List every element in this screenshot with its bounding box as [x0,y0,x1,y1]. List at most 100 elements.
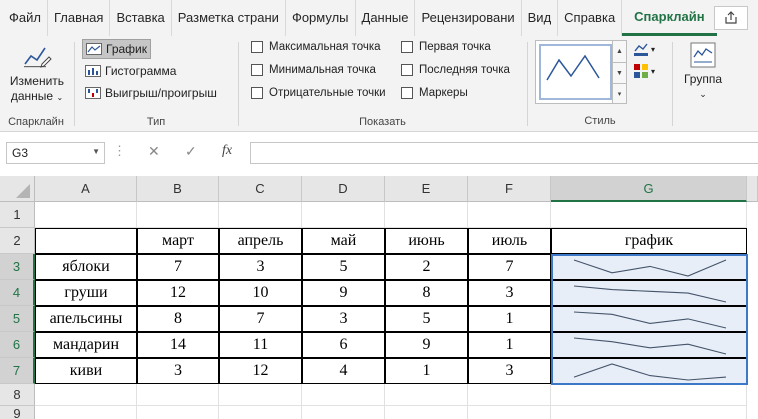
column-title-cell[interactable]: март [137,228,219,254]
cell[interactable] [137,202,219,228]
name-box[interactable]: G3 ▼ [6,142,105,164]
column-header-a[interactable]: A [35,176,137,202]
cell[interactable] [137,384,219,406]
cell[interactable] [219,202,302,228]
tab-view[interactable]: Вид [522,0,559,36]
column-title-cell[interactable]: июнь [385,228,468,254]
value-cell[interactable]: 9 [302,280,385,306]
fruit-name-cell[interactable]: груши [35,280,137,306]
sparkline-cell[interactable] [551,358,747,384]
group-button[interactable]: Группа ⌄ [678,42,728,102]
value-cell[interactable]: 3 [468,358,551,384]
value-cell[interactable]: 4 [302,358,385,384]
sparkline-color-button[interactable]: ▾ [633,40,663,58]
column-header-c[interactable]: C [219,176,302,202]
tab-sparkline[interactable]: Спарклайн [622,0,717,36]
value-cell[interactable]: 5 [385,306,468,332]
cell[interactable] [551,406,747,419]
value-cell[interactable]: 3 [219,254,302,280]
row-header-4[interactable]: 4 [0,280,35,306]
row-header-2[interactable]: 2 [0,228,35,254]
value-cell[interactable]: 2 [385,254,468,280]
cell[interactable] [35,384,137,406]
cell[interactable] [385,384,468,406]
tab-data[interactable]: Данные [356,0,416,36]
cell[interactable] [551,202,747,228]
sparkline-cell[interactable] [551,306,747,332]
value-cell[interactable]: 3 [302,306,385,332]
formula-input[interactable] [250,142,758,164]
value-cell[interactable]: 1 [468,306,551,332]
row-header-1[interactable]: 1 [0,202,35,228]
fruit-name-cell[interactable]: киви [35,358,137,384]
first-point-checkbox[interactable]: Первая точка [401,41,491,53]
cell[interactable] [302,202,385,228]
select-all-corner[interactable] [0,176,35,202]
cell[interactable] [468,384,551,406]
cell[interactable] [35,406,137,419]
tab-help[interactable]: Справка [558,0,623,36]
row-header-7[interactable]: 7 [0,358,35,384]
value-cell[interactable]: 7 [468,254,551,280]
tab-formulas[interactable]: Формулы [286,0,356,36]
row-header-8[interactable]: 8 [0,384,35,406]
edit-data-button[interactable]: Изменить данные ⌄ [4,42,70,105]
row-header-6[interactable]: 6 [0,332,35,358]
tab-page-layout[interactable]: Разметка страни [172,0,286,36]
fruit-name-cell[interactable]: яблоки [35,254,137,280]
chevron-down-icon[interactable]: ▼ [92,147,100,156]
column-header-f[interactable]: F [468,176,551,202]
value-cell[interactable]: 6 [302,332,385,358]
row-header-9[interactable]: 9 [0,406,35,419]
value-cell[interactable]: 1 [468,332,551,358]
value-cell[interactable]: 3 [137,358,219,384]
value-cell[interactable]: 3 [468,280,551,306]
cancel-icon[interactable]: ✕ [148,143,160,160]
cell[interactable] [468,406,551,419]
formula-bar-grip-icon[interactable]: ⋮ [113,143,126,159]
column-title-cell[interactable]: июль [468,228,551,254]
low-point-checkbox[interactable]: Минимальная точка [251,64,376,76]
column-header-d[interactable]: D [302,176,385,202]
negative-points-checkbox[interactable]: Отрицательные точки [251,87,386,99]
fruit-name-cell[interactable]: апельсины [35,306,137,332]
markers-checkbox[interactable]: Маркеры [401,87,468,99]
value-cell[interactable]: 12 [137,280,219,306]
gallery-scroll-up[interactable]: ▲ [612,41,626,62]
insert-function-button[interactable]: fx [222,143,232,159]
row-header-5[interactable]: 5 [0,306,35,332]
column-header-e[interactable]: E [385,176,468,202]
cell[interactable] [35,202,137,228]
last-point-checkbox[interactable]: Последняя точка [401,64,510,76]
cell[interactable] [468,202,551,228]
cell[interactable] [302,406,385,419]
value-cell[interactable]: 10 [219,280,302,306]
column-title-cell[interactable]: апрель [219,228,302,254]
cell[interactable] [551,384,747,406]
gallery-scroll-down[interactable]: ▼ [612,62,626,83]
fruit-name-cell[interactable]: мандарин [35,332,137,358]
cell[interactable] [137,406,219,419]
value-cell[interactable]: 8 [137,306,219,332]
style-gallery[interactable]: ▲ ▼ ▾ [535,40,627,104]
row-header-3[interactable]: 3 [0,254,35,280]
high-point-checkbox[interactable]: Максимальная точка [251,41,381,53]
column-title-cell[interactable]: график [551,228,747,254]
sparkline-cell[interactable] [551,332,747,358]
value-cell[interactable]: 14 [137,332,219,358]
value-cell[interactable]: 12 [219,358,302,384]
sparkline-cell[interactable] [551,254,747,280]
value-cell[interactable]: 1 [385,358,468,384]
cell[interactable] [219,384,302,406]
value-cell[interactable]: 7 [137,254,219,280]
marker-color-button[interactable]: ▾ [633,62,663,80]
style-thumbnail[interactable] [539,44,612,100]
sparkline-cell[interactable] [551,280,747,306]
cell[interactable] [385,202,468,228]
tab-file[interactable]: Файл [0,0,48,36]
cell[interactable] [219,406,302,419]
type-winloss-button[interactable]: Выигрыш/проигрыш [82,83,220,103]
value-cell[interactable]: 9 [385,332,468,358]
type-column-button[interactable]: Гистограмма [82,61,179,81]
share-button[interactable] [714,6,748,30]
